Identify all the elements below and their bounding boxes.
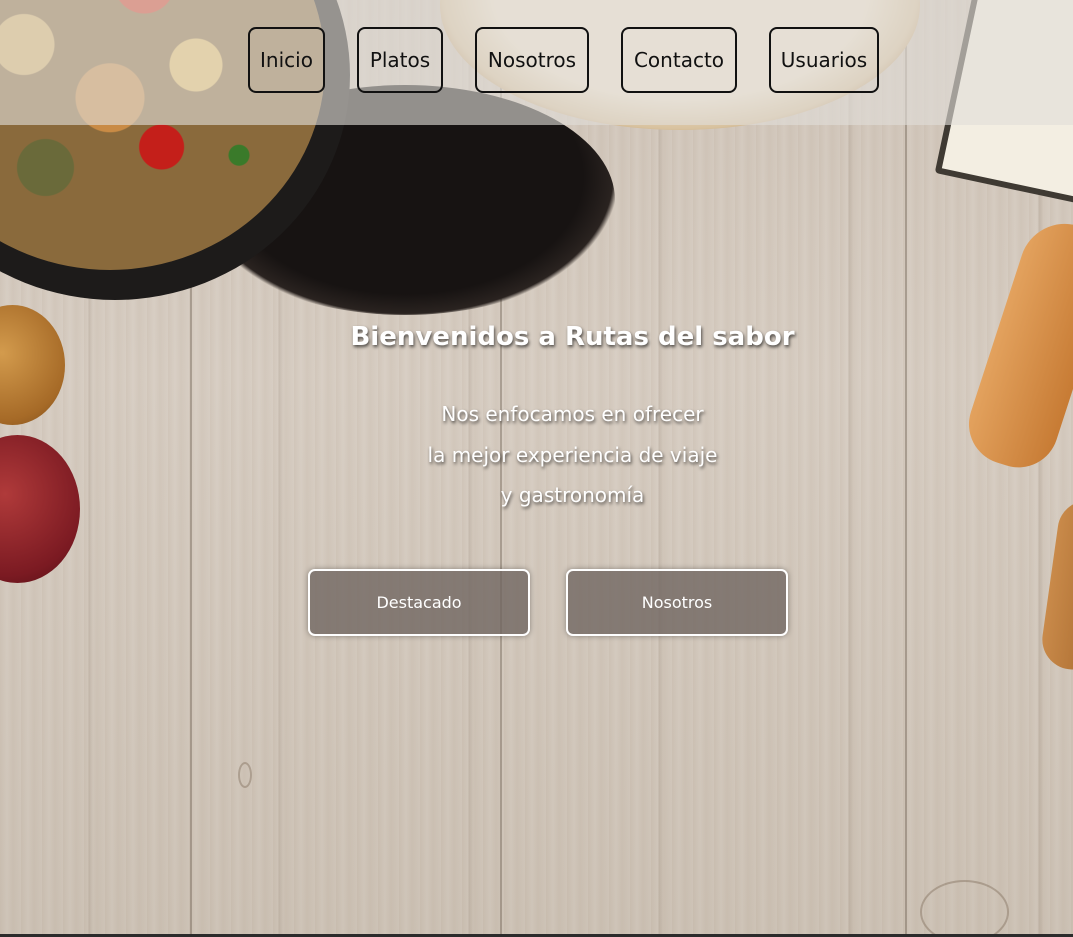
nav-platos-button[interactable]: Platos xyxy=(357,27,443,93)
hero-text-line: Nos enfocamos en ofrecer xyxy=(441,402,704,426)
nav-usuarios-button[interactable]: Usuarios xyxy=(769,27,879,93)
nosotros-button[interactable]: Nosotros xyxy=(566,569,788,636)
hero-title: Bienvenidos a Rutas del sabor xyxy=(350,322,795,352)
nav-nosotros-button[interactable]: Nosotros xyxy=(475,27,589,93)
wood-knot xyxy=(238,762,252,788)
nav-inicio-button[interactable]: Inicio xyxy=(248,27,325,93)
wood-seam xyxy=(905,0,907,937)
top-navigation-bar: Inicio Platos Nosotros Contacto Usuarios xyxy=(0,0,1073,125)
wooden-spoon-image xyxy=(1038,496,1073,674)
wood-knot xyxy=(920,880,1009,937)
hero-text-line: y gastronomía xyxy=(500,483,645,507)
nav-contacto-button[interactable]: Contacto xyxy=(621,27,737,93)
page-background: Inicio Platos Nosotros Contacto Usuarios… xyxy=(0,0,1073,937)
hero-text-line: la mejor experiencia de viaje xyxy=(427,443,718,467)
destacado-button[interactable]: Destacado xyxy=(308,569,530,636)
